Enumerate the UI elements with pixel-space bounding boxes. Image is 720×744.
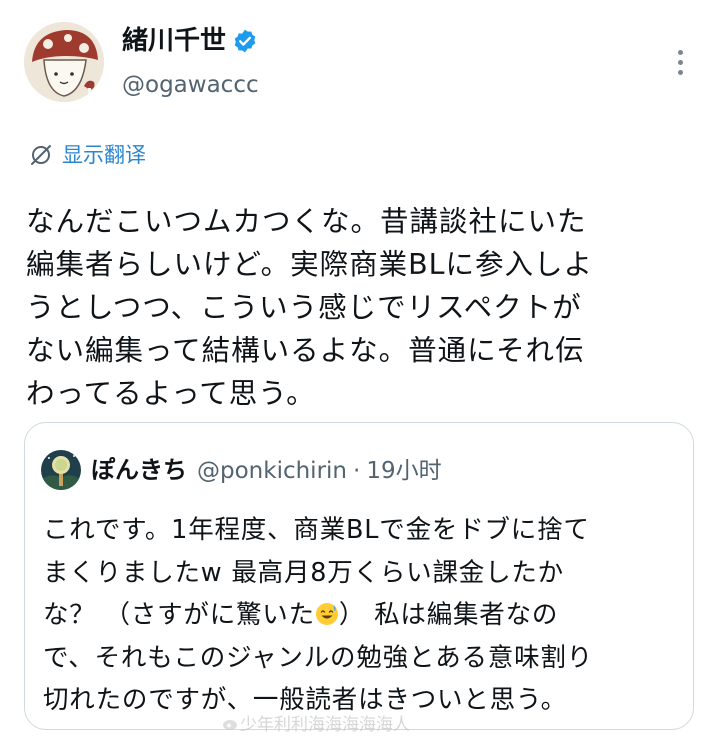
tweet-text-line: うとしつつ、こういう感じでリスペクトが [26,291,582,324]
quoted-tweet-time[interactable]: 19小时 [366,454,441,488]
tweet-text-line: ない編集って結構いるよな。普通にそれ伝 [26,334,585,367]
watermark-text: 少年利利海海海海海人 [240,715,410,735]
tweet-text-line: なんだこいつムカつくな。昔講談社にいた [26,205,587,238]
tweet-text-line: わってるよって思う。 [26,377,316,410]
weibo-watermark-logo-icon [223,720,237,730]
translate-icon [31,145,51,165]
show-translation-label: 显示翻译 [62,143,146,167]
more-options-button[interactable] [664,40,696,84]
author-name[interactable]: 緒川千世 [122,24,258,58]
verified-badge-icon [234,29,256,53]
mushroom-character-avatar-icon [24,22,104,102]
author-display-name[interactable]: 緒川千世 [122,24,226,58]
quoted-text-line: な？ （さすがに驚いた ） 私は編集者なの [43,594,683,637]
quoted-author-avatar[interactable] [41,450,81,490]
author-avatar[interactable] [24,22,104,102]
tweet-text: なんだこいつムカつくな。昔講談社にいた 編集者らしいけど。実際商業BLに参入しよ… [26,200,702,415]
quoted-text-segment: な？ （さすがに驚いた [43,600,315,630]
more-dot-icon [677,59,683,65]
header-separator: · [353,458,361,484]
author-handle[interactable]: @ogawaccc [122,70,259,100]
quoted-text-line: で、それもこのジャンルの勉強とある意味割り [43,642,594,673]
quoted-text-segment: ） 私は編集者なの [338,600,559,630]
quoted-author-handle[interactable]: @ponkichirin [197,454,347,488]
quoted-tweet-card[interactable]: ぽんきち @ponkichirin · 19小时 これです。1年程度、商業BLで… [24,422,694,730]
quoted-author-name[interactable]: ぽんきち [91,453,187,487]
tweet-text-line: 編集者らしいけど。実際商業BLに参入しよ [26,248,594,281]
quoted-text-line: これです。1年程度、商業BLで金をドブに捨て [43,515,590,545]
more-dot-icon [677,49,683,55]
more-dot-icon [677,69,683,75]
night-landscape-avatar-icon [41,450,81,490]
quoted-text-line: まくりましたw 最高月8万くらい課金したか [43,557,564,588]
show-translation-button[interactable]: 显示翻译 [28,140,146,170]
quoted-tweet-header: ぽんきち @ponkichirin · 19小时 [91,453,442,488]
sweat-smile-emoji-icon [315,603,338,625]
quoted-tweet-text: これです。1年程度、商業BLで金をドブに捨て まくりましたw 最高月8万くらい課… [43,509,683,722]
